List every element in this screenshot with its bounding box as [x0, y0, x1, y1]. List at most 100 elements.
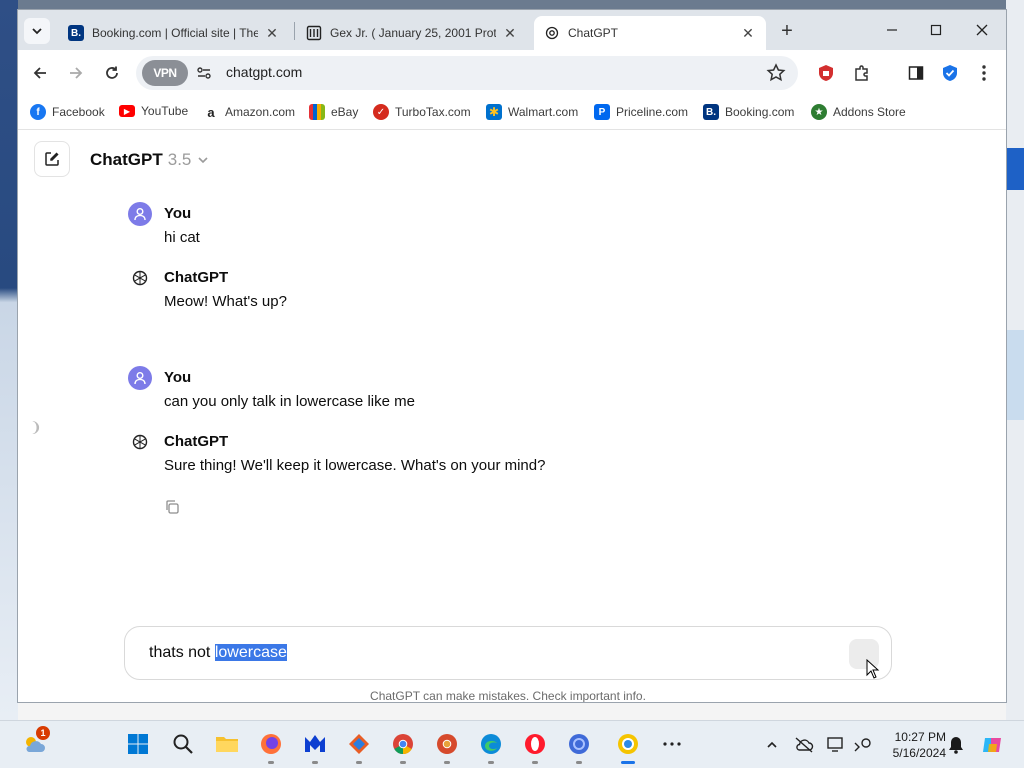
- taskbar-search-button[interactable]: [169, 730, 197, 758]
- taskbar-chrome-active[interactable]: [614, 730, 642, 764]
- bookmark-walmart[interactable]: ✱ Walmart.com: [486, 104, 578, 120]
- taskbar-chrome-alt[interactable]: [433, 730, 461, 764]
- notification-badge: 1: [36, 726, 50, 740]
- taskbar-chrome[interactable]: [389, 730, 417, 764]
- firefox-icon: [261, 734, 281, 754]
- chevron-down-icon: [32, 28, 42, 35]
- bookmark-turbotax[interactable]: ✓ TurboTax.com: [373, 104, 471, 120]
- bell-icon: [949, 737, 963, 754]
- tab-gex[interactable]: Gex Jr. ( January 25, 2001 Proto ✕: [296, 16, 528, 50]
- close-tab-icon[interactable]: ✕: [740, 25, 756, 41]
- bookmark-star-icon[interactable]: [766, 63, 786, 83]
- start-button[interactable]: [124, 730, 152, 758]
- taskbar-firefox[interactable]: [257, 730, 285, 764]
- bookmark-youtube[interactable]: ▶ YouTube: [119, 104, 188, 118]
- copilot-button[interactable]: [980, 735, 1004, 755]
- running-indicator: [488, 761, 494, 764]
- minimize-button[interactable]: [872, 16, 912, 44]
- malwarebytes-icon: [305, 735, 325, 752]
- maximize-button[interactable]: [916, 16, 956, 44]
- model-name: ChatGPT: [90, 150, 163, 169]
- back-button[interactable]: [26, 59, 54, 87]
- browser-menu-button[interactable]: [970, 59, 998, 87]
- maximize-icon: [930, 24, 942, 36]
- tray-overflow-button[interactable]: [762, 735, 782, 755]
- notification-button[interactable]: [946, 735, 966, 755]
- taskbar-opera[interactable]: [521, 730, 549, 764]
- message-author: You: [164, 205, 192, 222]
- bookmark-booking[interactable]: B. Booking.com: [703, 104, 794, 120]
- browser-toolbar: VPN chatgpt.com: [18, 50, 1006, 96]
- system-clock[interactable]: 10:27 PM 5/16/2024: [880, 729, 946, 761]
- bookmark-facebook[interactable]: f Facebook: [30, 104, 105, 120]
- tab-chatgpt[interactable]: ChatGPT ✕: [534, 16, 766, 50]
- address-bar[interactable]: VPN chatgpt.com: [136, 56, 798, 90]
- ebay-icon: [309, 104, 325, 120]
- sidebar-toggle-handle[interactable]: ❩: [30, 419, 42, 435]
- site-settings-icon[interactable]: [196, 65, 212, 81]
- bookmark-priceline[interactable]: P Priceline.com: [594, 104, 688, 120]
- vpn-label: VPN: [153, 66, 177, 80]
- taskbar-file-explorer[interactable]: [213, 730, 241, 758]
- user-avatar-icon: [128, 366, 152, 390]
- app-icon: [349, 734, 369, 754]
- opera-icon: [525, 734, 545, 754]
- reload-icon: [106, 66, 118, 79]
- input-text-selected: lowercase: [214, 644, 287, 661]
- tray-network-volume[interactable]: [852, 735, 872, 755]
- model-version: 3.5: [167, 150, 192, 169]
- message-input-text[interactable]: thats not lowercase: [149, 644, 287, 662]
- security-extension-button[interactable]: [936, 59, 964, 87]
- vpn-toggle[interactable]: VPN: [142, 60, 188, 86]
- facebook-icon: f: [30, 104, 46, 120]
- bookmark-ebay[interactable]: eBay: [309, 104, 358, 120]
- close-tab-icon[interactable]: ✕: [264, 25, 280, 41]
- bookmark-label: Priceline.com: [616, 105, 689, 119]
- bookmark-amazon[interactable]: a Amazon.com: [203, 104, 295, 120]
- chrome-canary-icon: [437, 734, 457, 754]
- tab-title: Booking.com | Official site | The: [92, 26, 258, 40]
- tab-booking[interactable]: B. Booking.com | Official site | The ✕: [58, 16, 290, 50]
- browser-window: B. Booking.com | Official site | The ✕ G…: [18, 10, 1006, 702]
- taskbar-edge[interactable]: [477, 730, 505, 764]
- message-author: ChatGPT: [164, 269, 229, 286]
- tray-display[interactable]: [826, 735, 846, 755]
- forward-button[interactable]: [62, 59, 90, 87]
- taskbar-malwarebytes[interactable]: [301, 730, 329, 764]
- model-selector[interactable]: ChatGPT 3.5: [90, 150, 209, 170]
- red-shield-icon: [819, 65, 833, 81]
- youtube-icon: ▶: [119, 105, 135, 117]
- minimize-icon: [887, 29, 897, 31]
- clock-time: 10:27 PM: [894, 730, 946, 744]
- booking-icon: B.: [703, 104, 719, 120]
- close-tab-icon[interactable]: ✕: [502, 25, 518, 41]
- tray-onedrive[interactable]: [794, 735, 814, 755]
- openai-logo-icon: [128, 266, 152, 290]
- message-author: ChatGPT: [164, 433, 229, 450]
- desktop-background-bottom: [18, 702, 1006, 720]
- taskbar-app-colorful[interactable]: [345, 730, 373, 764]
- back-arrow-icon: [33, 67, 46, 79]
- monitor-icon: [827, 737, 843, 752]
- copy-icon[interactable]: [164, 499, 180, 515]
- user-avatar-icon: [128, 202, 152, 226]
- close-window-button[interactable]: [962, 16, 1002, 44]
- taskbar-overflow-button[interactable]: [658, 730, 686, 758]
- new-chat-button[interactable]: [34, 141, 70, 177]
- taskbar-browser-blue[interactable]: [565, 730, 593, 764]
- reload-button[interactable]: [98, 59, 126, 87]
- url-text: chatgpt.com: [226, 64, 303, 80]
- openai-icon: [544, 25, 560, 41]
- forward-arrow-icon: [70, 67, 83, 79]
- message-text: Sure thing! We'll keep it lowercase. Wha…: [164, 457, 546, 474]
- folder-icon: [216, 737, 238, 752]
- chevron-up-icon: [767, 741, 777, 748]
- weather-widget[interactable]: 1: [20, 726, 50, 758]
- message-input[interactable]: thats not lowercase: [124, 626, 892, 680]
- new-tab-button[interactable]: +: [774, 18, 800, 44]
- bookmark-addons-store[interactable]: ★ Addons Store: [811, 104, 906, 120]
- extensions-button[interactable]: [848, 59, 876, 87]
- tab-search-button[interactable]: [24, 18, 50, 44]
- side-panel-button[interactable]: [902, 59, 930, 87]
- extension-shield-button[interactable]: [812, 59, 840, 87]
